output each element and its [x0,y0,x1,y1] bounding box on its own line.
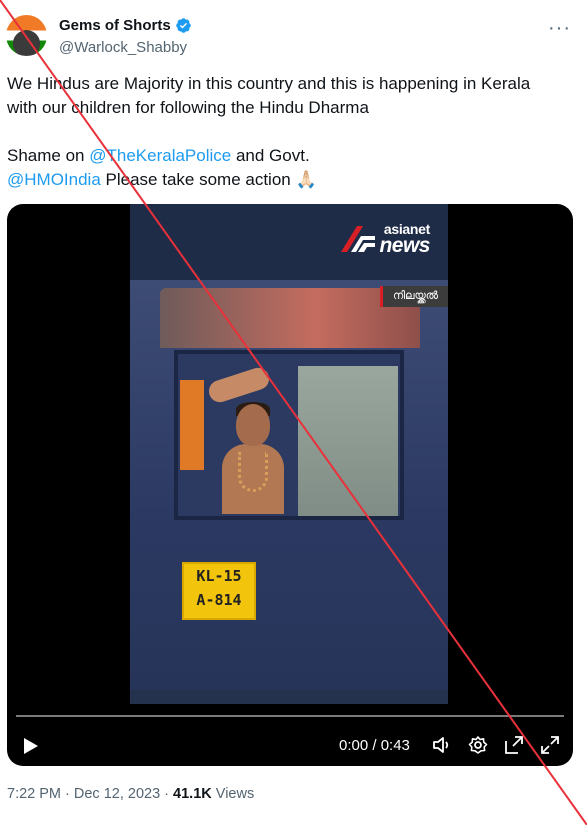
author-name-row: Gems of Shorts [59,17,192,34]
tweet-date[interactable]: Dec 12, 2023 [74,786,160,802]
settings-icon[interactable] [468,735,488,755]
window-pane [298,366,398,516]
video-controls: 0:00 / 0:43 [7,724,573,766]
tweet-line-action: @HMOIndia Please take some action 🙏🏻 [7,168,577,192]
tweet-line-shame: Shame on @TheKeralaPolice and Govt. [7,144,577,168]
plate-line-2: A-814 [196,591,242,609]
shame-prefix: Shame on [7,146,90,165]
location-tag: നിലയ്ക്കൽ [379,286,448,307]
tweet-text: We Hindus are Majority in this country a… [7,72,577,192]
mention-kerala-police[interactable]: @TheKeralaPolice [89,146,231,165]
time-display: 0:00 / 0:43 [339,737,410,754]
plate-line-1: KL-15 [196,567,242,585]
author-display-name[interactable]: Gems of Shorts [59,17,171,34]
tweet-time[interactable]: 7:22 PM [7,786,61,802]
orange-cloth [180,380,204,470]
shame-suffix: and Govt. [231,146,310,165]
boy-figure [206,364,298,514]
video-frame[interactable]: KL-15 A-814 asianet news നിലയ്ക്കൽ [130,204,448,704]
play-icon[interactable] [23,737,39,755]
avatar[interactable] [6,15,47,56]
action-text: Please take some action 🙏🏻 [100,170,317,189]
progress-bar[interactable] [16,715,564,717]
more-options-icon[interactable]: ··· [548,18,571,38]
author-handle[interactable]: @Warlock_Shabby [59,39,187,56]
license-plate: KL-15 A-814 [182,562,256,620]
tweet-line-2: with our children for following the Hind… [7,98,369,117]
video-player[interactable]: KL-15 A-814 asianet news നിലയ്ക്കൽ 0:00 … [7,204,573,766]
volume-icon[interactable] [432,735,452,755]
tweet-line-1: We Hindus are Majority in this country a… [7,74,531,93]
mention-hmo-india[interactable]: @HMOIndia [7,170,101,189]
fullscreen-icon[interactable] [540,735,560,755]
views-label: Views [211,786,255,802]
verified-badge-icon [175,18,191,33]
meta-separator-2: · [160,786,174,802]
views-count: 41.1K [173,786,212,802]
popout-icon[interactable] [504,735,524,755]
channel-logo: asianet news [341,222,430,257]
channel-logo-mark-icon [341,226,376,252]
channel-logo-line-2: news [379,234,430,257]
meta-separator-1: · [61,786,74,802]
bus-window [174,350,404,520]
tweet-meta: 7:22 PM · Dec 12, 2023 · 41.1K Views [7,786,254,802]
